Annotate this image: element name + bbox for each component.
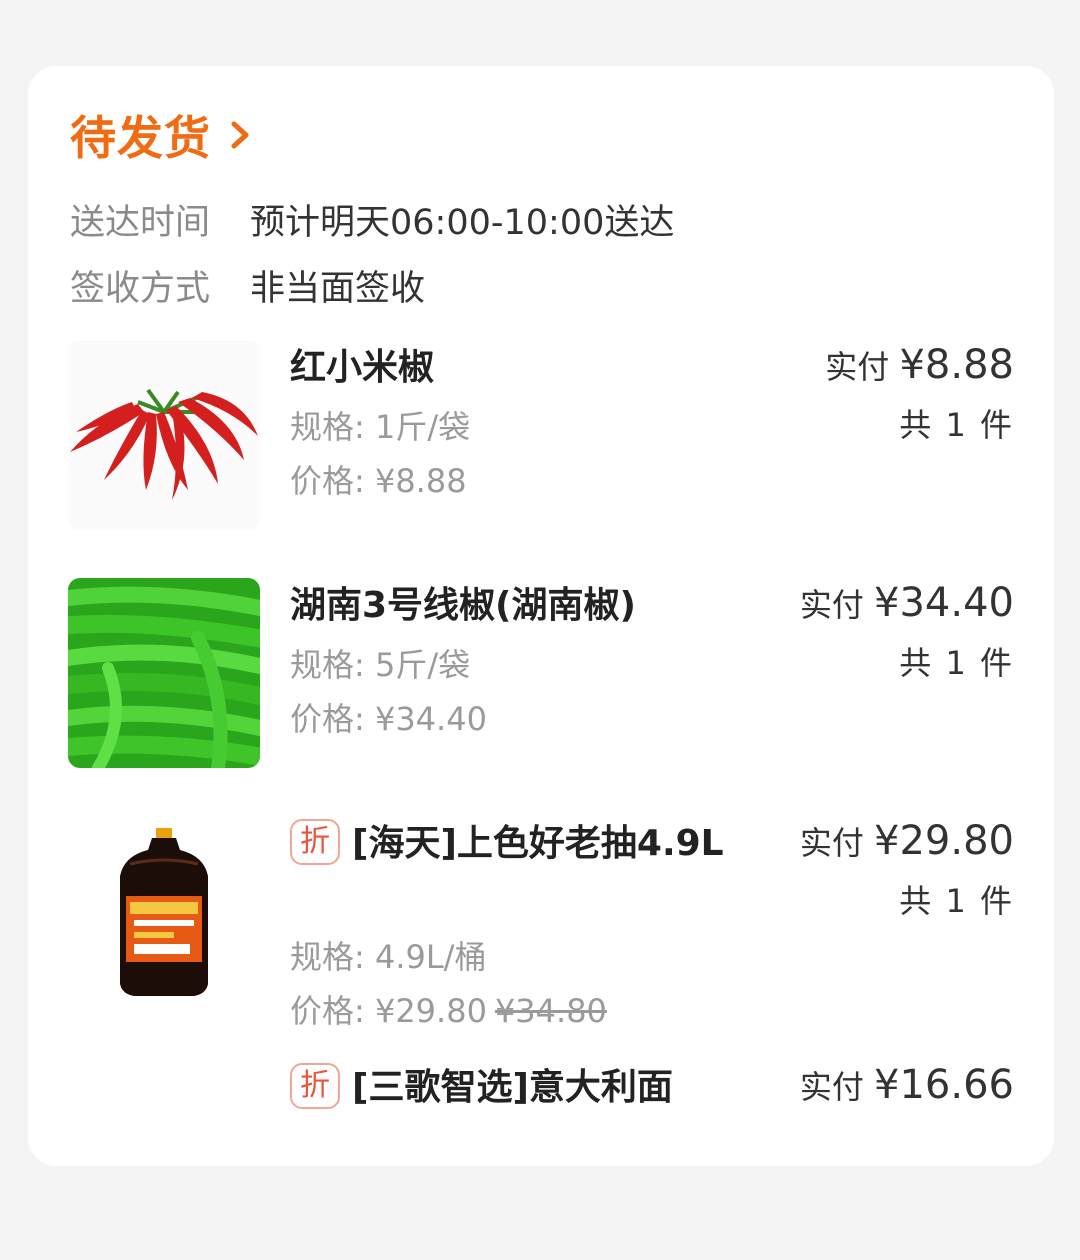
paid-label: 实付 <box>825 348 890 386</box>
item-spec: 规格: 4.9L/桶 <box>290 938 487 976</box>
delivery-time-label: 送达时间 <box>70 203 211 243</box>
order-card: 待发货 送达时间 预计明天06:00-10:00送达 签收方式 非当面签收 红小… <box>28 66 1054 1166</box>
paid-label: 实付 <box>799 1068 864 1106</box>
order-item[interactable]: 折 [海天]上色好老抽4.9L 规格: 4.9L/桶 价格: ¥29.80 ¥34.… <box>68 816 1014 1030</box>
item-count: 共 1 件 <box>899 882 1014 920</box>
item-name: 湖南3号线椒(湖南椒) <box>290 585 636 626</box>
item-price: 价格: ¥29.80 ¥34.80 <box>290 986 607 1032</box>
red-chili-image <box>68 340 260 530</box>
green-chili-image <box>68 578 260 768</box>
paid-amount: ¥8.88 <box>899 342 1014 388</box>
paid-label: 实付 <box>799 586 864 624</box>
discount-tag: 折 <box>290 819 340 865</box>
item-price-original: ¥34.80 <box>494 992 607 1030</box>
paid-amount: ¥29.80 <box>874 818 1014 864</box>
item-count: 共 1 件 <box>899 406 1014 444</box>
paid-amount: ¥16.66 <box>874 1062 1014 1108</box>
delivery-time-value: 预计明天06:00-10:00送达 <box>250 203 675 243</box>
item-paid: 实付 ¥29.80 <box>800 818 1014 864</box>
item-spec: 规格: 5斤/袋 <box>290 646 471 684</box>
receive-method-row: 签收方式 非当面签收 <box>70 260 425 311</box>
item-price: 价格: ¥34.40 <box>290 700 487 738</box>
item-name-text: [海天]上色好老抽4.9L <box>352 823 724 864</box>
item-name: 红小米椒 <box>290 347 435 388</box>
order-item[interactable]: 折 [三歌智选]意大利面 实付 ¥16.66 <box>68 1060 1014 1260</box>
order-item[interactable]: 红小米椒 规格: 1斤/袋 价格: ¥8.88 实付 ¥8.88 共 1 件 <box>68 340 1014 540</box>
chevron-right-icon <box>231 121 249 149</box>
discount-tag: 折 <box>290 1063 340 1109</box>
item-spec: 规格: 1斤/袋 <box>290 408 471 446</box>
order-status: 待发货 <box>70 111 211 165</box>
paid-amount: ¥34.40 <box>874 580 1014 626</box>
paid-label: 实付 <box>799 824 864 862</box>
soy-sauce-bottle-image <box>68 816 260 1006</box>
item-name: 折 [三歌智选]意大利面 <box>290 1060 730 1116</box>
receive-method-label: 签收方式 <box>70 269 211 309</box>
item-price-current: 价格: ¥29.80 <box>290 992 487 1030</box>
item-name-text: [三歌智选]意大利面 <box>352 1067 673 1108</box>
receive-method-value: 非当面签收 <box>250 269 426 309</box>
delivery-time-row: 送达时间 预计明天06:00-10:00送达 <box>70 194 674 245</box>
order-status-link[interactable]: 待发货 <box>70 102 255 168</box>
item-paid: 实付 ¥8.88 <box>825 342 1014 388</box>
item-count: 共 1 件 <box>899 644 1014 682</box>
item-price: 价格: ¥8.88 <box>290 462 467 500</box>
order-item[interactable]: 湖南3号线椒(湖南椒) 规格: 5斤/袋 价格: ¥34.40 实付 ¥34.4… <box>68 578 1014 778</box>
item-paid: 实付 ¥16.66 <box>800 1062 1014 1108</box>
item-paid: 实付 ¥34.40 <box>800 580 1014 626</box>
item-name: 折 [海天]上色好老抽4.9L <box>290 816 730 872</box>
